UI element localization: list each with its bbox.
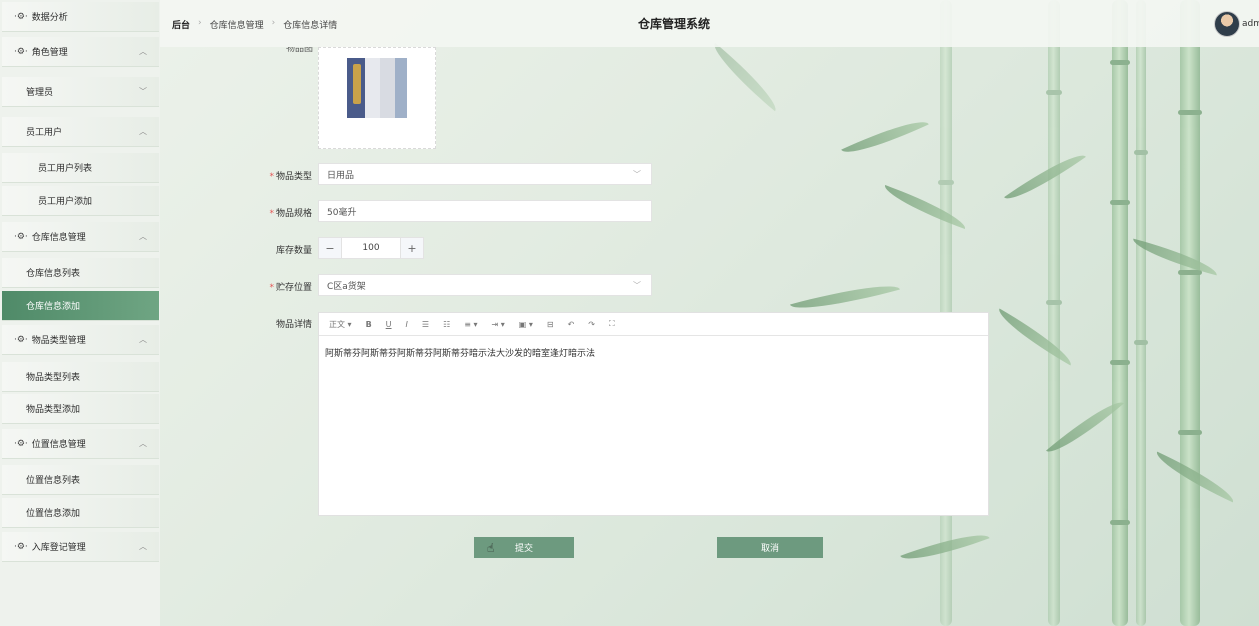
location-label: * 贮存位置 [269, 283, 312, 293]
sidebar-item-label: 员工用户添加 [38, 197, 93, 207]
sidebar-item-warehouse-management[interactable]: ·⚙· 仓库信息管理 ︿ [2, 222, 159, 252]
settings-icon: ·⚙· [14, 334, 28, 345]
sidebar-item-label: 员工用户列表 [38, 164, 93, 174]
sidebar-item-label: 位置信息列表 [26, 476, 81, 486]
details-label: 物品详情 [275, 320, 312, 330]
sidebar-item-admin[interactable]: 管理员 ﹀ [2, 77, 159, 107]
settings-icon: ·⚙· [14, 46, 28, 57]
decrease-button[interactable]: − [319, 238, 341, 258]
sidebar-item-label: 位置信息管理 [31, 440, 86, 450]
top-header: 后台 › 仓库信息管理 › 仓库信息详情 仓库管理系统 adm [160, 0, 1259, 47]
chevron-up-icon: ︿ [139, 439, 147, 448]
sidebar-item-location-add[interactable]: 位置信息添加 [2, 498, 159, 528]
stock-stepper: − 100 + [318, 237, 424, 259]
chevron-up-icon: ︿ [139, 47, 147, 56]
sidebar-item-label: 入库登记管理 [31, 543, 86, 553]
sidebar-item-staff-users[interactable]: 员工用户 ︿ [2, 117, 159, 147]
sidebar-item-role-management[interactable]: ·⚙· 角色管理 ︿ [2, 37, 159, 67]
sidebar: ·⚙· 数据分析 ·⚙· 角色管理 ︿ 管理员 ﹀ 员工用户 ︿ 员工用户列表 … [0, 0, 160, 626]
increase-button[interactable]: + [401, 238, 423, 258]
item-spec-value: 50毫升 [327, 207, 357, 218]
required-mark: * [269, 209, 274, 219]
chevron-up-icon: ︿ [139, 542, 147, 551]
sidebar-item-label: 物品类型管理 [31, 336, 86, 346]
stock-label: 库存数量 [275, 246, 312, 256]
image-upload[interactable] [318, 47, 436, 149]
stock-input[interactable]: 100 [341, 238, 401, 258]
image-dropdown-icon[interactable]: ▣ ▾ [519, 320, 533, 329]
bold-icon[interactable]: B [366, 320, 372, 329]
breadcrumb-home[interactable]: 后台 [172, 18, 190, 31]
sidebar-item-warehouse-list[interactable]: 仓库信息列表 [2, 258, 159, 288]
sidebar-item-location-list[interactable]: 位置信息列表 [2, 465, 159, 495]
sidebar-item-label: 位置信息添加 [26, 509, 81, 519]
chevron-down-icon: ﹀ [633, 280, 641, 290]
sidebar-item-label: 角色管理 [31, 48, 68, 58]
sidebar-item-label: 仓库信息管理 [31, 233, 86, 243]
avatar[interactable] [1214, 11, 1240, 37]
italic-icon[interactable]: I [406, 320, 408, 329]
bullet-list-icon[interactable]: ☰ [422, 320, 429, 329]
editor-content[interactable]: 阿斯蒂芬阿斯蒂芬阿斯蒂芬阿斯蒂芬暗示法大沙发的暗室逢灯暗示法 [319, 336, 988, 369]
cancel-button[interactable]: 取消 [717, 537, 823, 558]
breadcrumb: 后台 › 仓库信息管理 › 仓库信息详情 [172, 18, 337, 31]
divider-icon[interactable]: ⊟ [547, 320, 554, 329]
editor-toolbar: 正文 ▾ B U I ☰ ☷ ≡ ▾ ⇥ ▾ ▣ ▾ ⊟ ↶ ↷ ⛶ [319, 313, 988, 336]
sidebar-item-staff-user-list[interactable]: 员工用户列表 [2, 153, 159, 183]
sidebar-item-staff-user-add[interactable]: 员工用户添加 [2, 186, 159, 216]
sidebar-item-inbound-management[interactable]: ·⚙· 入库登记管理 ︿ [2, 532, 159, 562]
sidebar-item-data-analysis[interactable]: ·⚙· 数据分析 [2, 2, 159, 32]
item-type-label: * 物品类型 [269, 172, 312, 182]
sidebar-item-item-type-list[interactable]: 物品类型列表 [2, 362, 159, 392]
sidebar-item-item-type-management[interactable]: ·⚙· 物品类型管理 ︿ [2, 325, 159, 355]
align-dropdown-icon[interactable]: ≡ ▾ [464, 320, 477, 329]
breadcrumb-separator-icon: › [198, 18, 202, 28]
sidebar-item-label: 物品类型添加 [26, 405, 81, 415]
item-type-select[interactable]: 日用品 ﹀ [318, 163, 652, 185]
undo-icon[interactable]: ↶ [568, 320, 575, 329]
sidebar-item-label: 管理员 [26, 88, 54, 98]
sidebar-item-label: 员工用户 [26, 128, 63, 138]
location-select[interactable]: C区a货架 ﹀ [318, 274, 652, 296]
sidebar-item-label: 仓库信息列表 [26, 269, 81, 279]
sidebar-item-location-management[interactable]: ·⚙· 位置信息管理 ︿ [2, 429, 159, 459]
chevron-up-icon: ︿ [139, 335, 147, 344]
sidebar-item-label: 仓库信息添加 [26, 302, 81, 312]
settings-icon: ·⚙· [14, 231, 28, 242]
breadcrumb-current: 仓库信息详情 [283, 21, 338, 31]
breadcrumb-separator-icon: › [271, 18, 276, 28]
numbered-list-icon[interactable]: ☷ [443, 320, 450, 329]
sidebar-item-item-type-add[interactable]: 物品类型添加 [2, 394, 159, 424]
form-area: 物品图 * 物品类型 日用品 ﹀ * 物品规格 50毫升 库存数量 − 100 + … [160, 47, 1259, 626]
settings-icon: ·⚙· [14, 11, 28, 22]
item-spec-input[interactable]: 50毫升 [318, 200, 652, 222]
underline-icon[interactable]: U [386, 320, 392, 329]
fullscreen-icon[interactable]: ⛶ [609, 319, 615, 329]
hand-cursor-icon: ☝ [487, 541, 495, 555]
sidebar-item-label: 物品类型列表 [26, 373, 81, 383]
breadcrumb-item[interactable]: 仓库信息管理 [210, 18, 264, 31]
required-mark: * [269, 172, 274, 182]
settings-icon: ·⚙· [14, 438, 28, 449]
required-mark: * [269, 283, 274, 293]
indent-dropdown-icon[interactable]: ⇥ ▾ [492, 320, 505, 329]
chevron-down-icon: ﹀ [633, 169, 641, 179]
username[interactable]: adm [1242, 19, 1259, 29]
item-type-value: 日用品 [327, 170, 355, 181]
paragraph-format-dropdown[interactable]: 正文 ▾ [329, 319, 352, 330]
item-spec-label: * 物品规格 [269, 209, 312, 219]
rich-text-editor: 正文 ▾ B U I ☰ ☷ ≡ ▾ ⇥ ▾ ▣ ▾ ⊟ ↶ ↷ ⛶ 阿斯蒂芬阿… [318, 312, 989, 516]
redo-icon[interactable]: ↷ [588, 320, 595, 329]
chevron-up-icon: ︿ [139, 127, 147, 136]
sidebar-item-label: 数据分析 [31, 13, 68, 23]
system-title: 仓库管理系统 [638, 17, 711, 31]
chevron-down-icon: ﹀ [139, 87, 147, 96]
sidebar-item-warehouse-add[interactable]: 仓库信息添加 [2, 291, 159, 321]
location-value: C区a货架 [327, 281, 366, 292]
product-image [347, 58, 407, 118]
settings-icon: ·⚙· [14, 541, 28, 552]
chevron-up-icon: ︿ [139, 232, 147, 241]
